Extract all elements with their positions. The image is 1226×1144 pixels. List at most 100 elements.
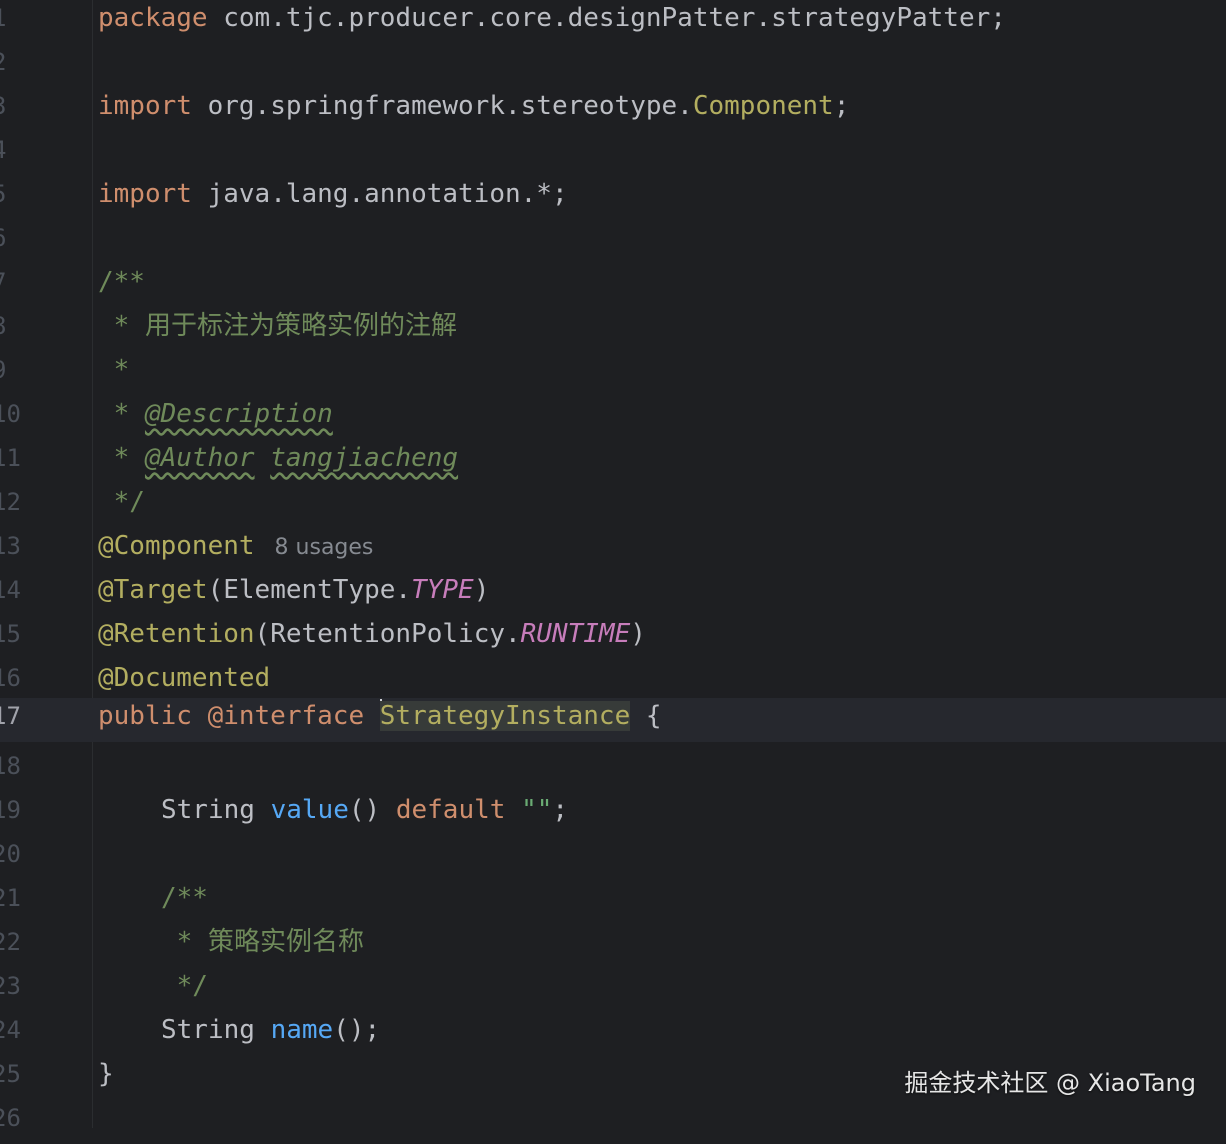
line-number: 14	[0, 576, 21, 604]
doc-comment-text: 用于标注为策略实例的注解	[144, 311, 457, 341]
watermark: 掘金技术社区 @ XiaoTang	[904, 1069, 1196, 1097]
line-number: 11	[0, 444, 21, 472]
code-line[interactable]: 24 String name();	[0, 1012, 1226, 1056]
annotation: @Retention	[98, 619, 255, 649]
line-number: 1	[0, 0, 32, 44]
string-literal: ""	[521, 795, 553, 825]
annotation: @Component	[98, 531, 255, 561]
code-line[interactable]: 1 package com.tjc.producer.core.designPa…	[0, 0, 1226, 44]
line-number: 17	[0, 702, 21, 730]
annotation: @Target	[98, 575, 208, 605]
code-line[interactable]: 12 */	[0, 484, 1226, 528]
code-text: * @Author tangjiacheng	[98, 440, 458, 484]
code-line[interactable]: 22 * 策略实例名称	[0, 924, 1226, 968]
code-text: * @Description	[98, 396, 333, 440]
line-number: 21	[0, 884, 21, 912]
annotation-args: (RetentionPolicy.	[254, 619, 521, 649]
line-number: 6	[0, 220, 32, 264]
code-line[interactable]: 11 * @Author tangjiacheng	[0, 440, 1226, 484]
doc-comment-close: */	[161, 971, 208, 1001]
line-number: 8	[0, 308, 32, 352]
import-path: java.lang.annotation.*;	[191, 179, 568, 209]
method-name: value	[270, 795, 349, 825]
comment-star: *	[98, 399, 145, 429]
brace-open: {	[630, 701, 662, 731]
code-line[interactable]: 3 import org.springframework.stereotype.…	[0, 88, 1226, 132]
code-line[interactable]: 13 @Component 8 usages	[0, 528, 1226, 572]
keyword: import	[98, 91, 192, 121]
keyword: default	[395, 795, 506, 825]
line-number: 3	[0, 88, 32, 132]
code-line[interactable]: 18	[0, 748, 1226, 792]
code-line[interactable]: 6	[0, 220, 1226, 264]
javadoc-tag: @Author	[144, 443, 255, 473]
semicolon: ;	[552, 795, 569, 825]
code-line[interactable]: 20	[0, 836, 1226, 880]
enum-constant: TYPE	[411, 575, 474, 605]
current-code-line[interactable]: 17 public @interface StrategyInstance {	[0, 698, 1226, 742]
comment-star: *	[98, 443, 145, 473]
usages-inlay-hint[interactable]: 8 usages	[275, 535, 374, 560]
line-number: 18	[0, 752, 21, 780]
brace-close: }	[98, 1059, 114, 1089]
line-number: 22	[0, 928, 21, 956]
code-text: @Component 8 usages	[98, 528, 373, 572]
code-text: * 策略实例名称	[161, 924, 364, 968]
line-number: 26	[0, 1104, 21, 1132]
code-line[interactable]: 19 String value() default "";	[0, 792, 1226, 836]
code-text: String name();	[161, 1012, 380, 1056]
javadoc-tag: @Description	[144, 399, 333, 429]
doc-comment-open: /**	[98, 267, 145, 297]
code-text: import java.lang.annotation.*;	[98, 176, 568, 220]
type-name: String	[161, 795, 255, 825]
line-number: 24	[0, 1016, 21, 1044]
code-line[interactable]: 10 * @Description	[0, 396, 1226, 440]
line-number: 25	[0, 1060, 21, 1088]
package-name: com.tjc.producer.core.designPatter.strat…	[207, 3, 1006, 33]
paren-close: )	[630, 619, 646, 649]
code-line[interactable]: 21 /**	[0, 880, 1226, 924]
code-line[interactable]: 2	[0, 44, 1226, 88]
code-line[interactable]: 8 * 用于标注为策略实例的注解	[0, 308, 1226, 352]
semicolon: ;	[833, 91, 850, 121]
code-line[interactable]: 9 *	[0, 352, 1226, 396]
annotation-args: (ElementType.	[207, 575, 412, 605]
code-line[interactable]: 14 @Target(ElementType.TYPE)	[0, 572, 1226, 616]
method-name: name	[270, 1015, 334, 1045]
code-line[interactable]: 7 /**	[0, 264, 1226, 308]
parens-semicolon: ();	[333, 1015, 381, 1045]
type-name[interactable]: StrategyInstance	[379, 701, 631, 731]
code-text: package com.tjc.producer.core.designPatt…	[98, 0, 1006, 44]
line-number: 4	[0, 132, 32, 176]
line-number: 13	[0, 532, 21, 560]
import-path: org.springframework.stereotype.	[191, 91, 693, 121]
enum-constant: RUNTIME	[520, 619, 631, 649]
code-text: @Target(ElementType.TYPE)	[98, 572, 489, 616]
line-number: 9	[0, 352, 32, 396]
code-line[interactable]: 23 */	[0, 968, 1226, 1012]
line-number: 7	[0, 264, 32, 308]
line-number: 10	[0, 400, 21, 428]
code-text: import org.springframework.stereotype.Co…	[98, 88, 849, 132]
class-name: Component	[692, 91, 834, 121]
type-name: String	[161, 1015, 255, 1045]
code-line[interactable]: 5 import java.lang.annotation.*;	[0, 176, 1226, 220]
line-number: 12	[0, 488, 21, 516]
keyword: package	[98, 3, 208, 33]
doc-comment-text: 策略实例名称	[207, 927, 364, 957]
keyword: public @interface	[98, 701, 365, 731]
comment-star: *	[98, 355, 130, 385]
line-number: 5	[0, 176, 32, 220]
code-line[interactable]: 26	[0, 1100, 1226, 1144]
line-number: 19	[0, 796, 21, 824]
code-text: String value() default "";	[161, 792, 568, 836]
paren-close: )	[473, 575, 490, 605]
code-line[interactable]: 15 @Retention(RetentionPolicy.RUNTIME)	[0, 616, 1226, 660]
code-editor[interactable]: 1 package com.tjc.producer.core.designPa…	[0, 0, 1226, 1132]
javadoc-tag-value: tangjiacheng	[270, 443, 459, 473]
code-text: * 用于标注为策略实例的注解	[98, 308, 457, 352]
doc-comment-close: */	[98, 487, 145, 517]
comment-star: *	[98, 311, 145, 341]
line-number: 23	[0, 972, 21, 1000]
code-line[interactable]: 4	[0, 132, 1226, 176]
